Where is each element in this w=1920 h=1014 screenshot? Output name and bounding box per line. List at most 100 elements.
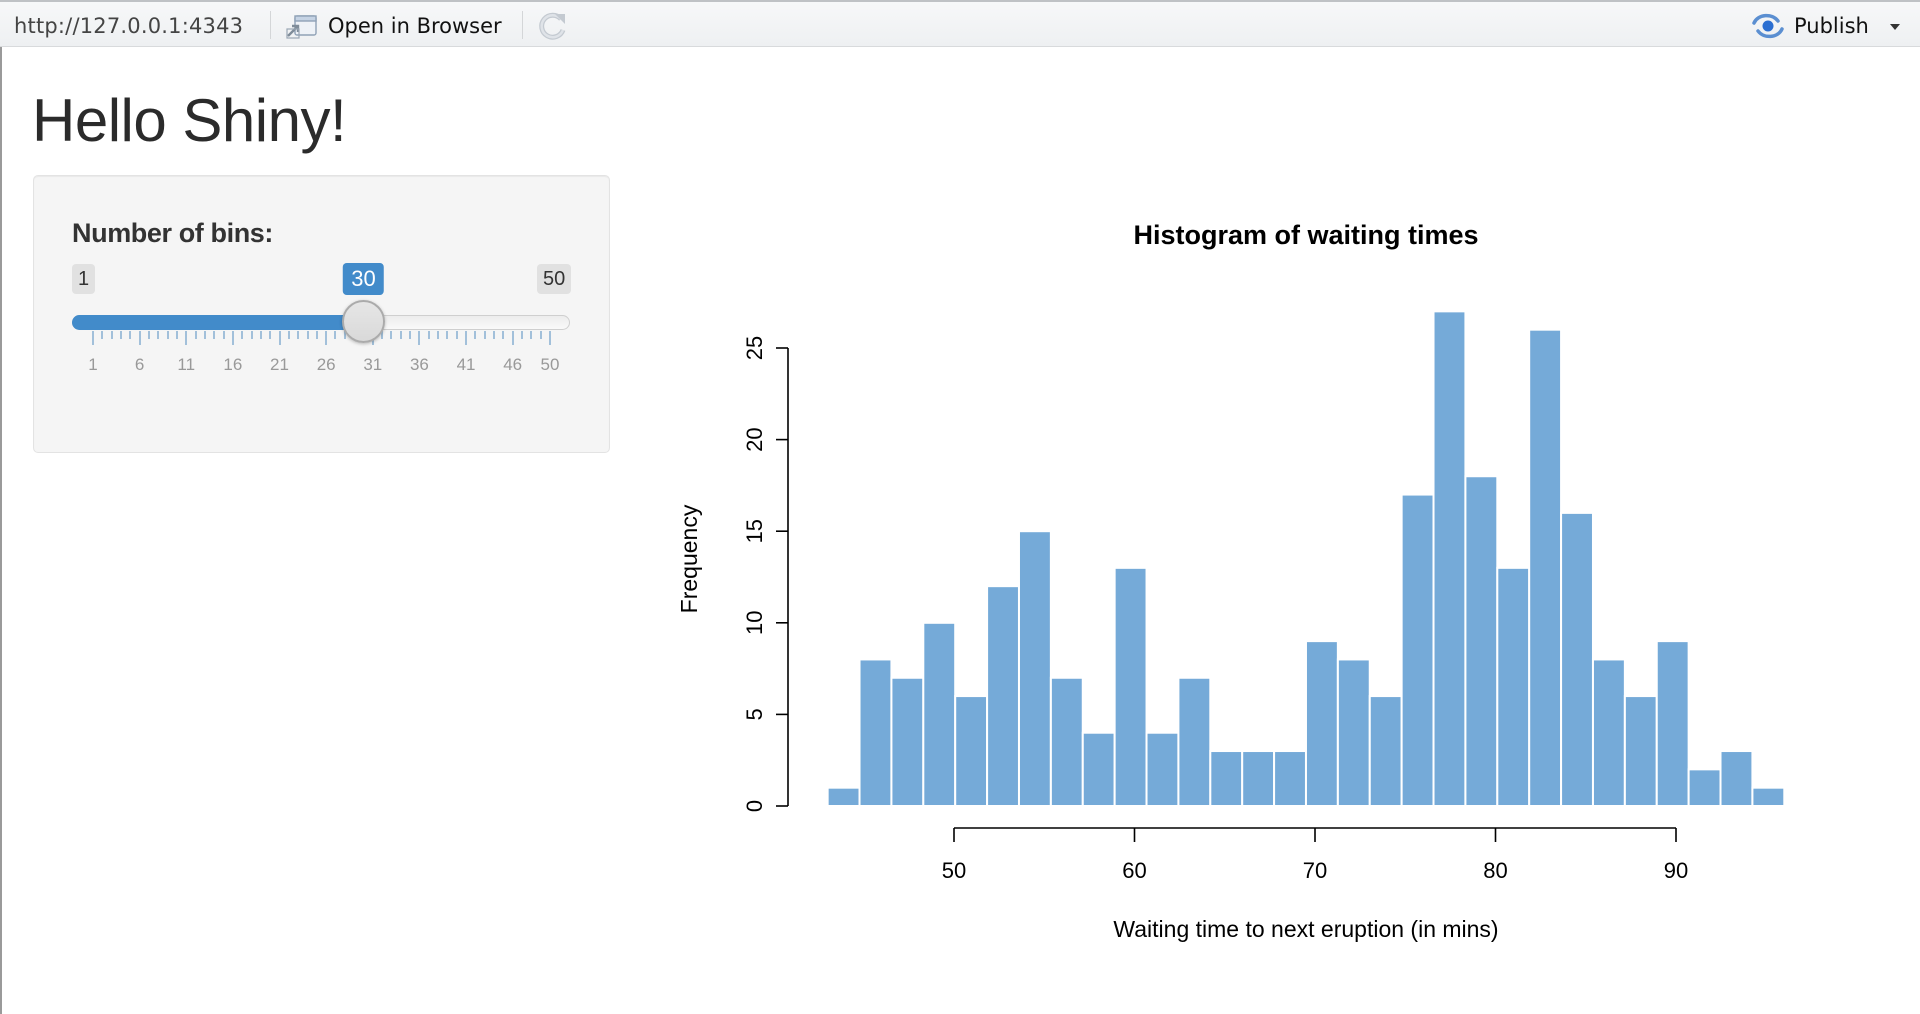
slider-minor-tick	[399, 331, 402, 339]
slider-minor-tick	[101, 331, 104, 339]
slider-tick-label: 16	[223, 355, 243, 374]
slider-minor-tick	[175, 331, 178, 339]
slider-minor-tick	[250, 331, 253, 339]
slider-major-tick	[185, 331, 188, 345]
slider-minor-tick	[287, 331, 290, 339]
slider-tick-label: 11	[177, 355, 196, 374]
slider-tick-label: 1	[88, 355, 98, 374]
sidebar-panel	[33, 175, 610, 453]
slider-minor-tick	[455, 331, 458, 339]
x-tick-label: 70	[1303, 858, 1327, 883]
caret-down-icon[interactable]	[1890, 24, 1900, 30]
slider-minor-tick	[259, 331, 262, 339]
slider-major-tick	[325, 331, 328, 345]
slider-major-tick	[92, 331, 94, 345]
bins-slider-fill[interactable]	[72, 315, 364, 330]
y-tick-label: 15	[742, 519, 767, 543]
histogram-bar	[1496, 566, 1531, 808]
slider-tick-label: 46	[503, 355, 523, 374]
histogram-bar	[1560, 511, 1594, 807]
slider-minor-tick	[530, 331, 533, 339]
slider-minor-tick	[147, 331, 150, 339]
histogram-bar	[1113, 566, 1148, 808]
x-tick-label: 50	[942, 858, 966, 883]
histogram-bar	[858, 658, 893, 807]
slider-minor-tick	[203, 331, 206, 339]
open-in-browser-button[interactable]: Open in Browser	[284, 11, 502, 41]
histogram-bar	[1432, 310, 1467, 807]
x-tick-label: 90	[1664, 858, 1688, 883]
slider-minor-tick	[409, 331, 412, 339]
slider-minor-tick	[521, 331, 524, 339]
histogram-bar	[954, 695, 989, 808]
slider-major-tick	[549, 331, 551, 345]
slider-minor-tick	[502, 331, 505, 339]
histogram-bar	[1751, 786, 1786, 807]
histogram-bar	[890, 676, 925, 808]
y-tick-label: 20	[742, 427, 767, 451]
slider-tick-label: 36	[409, 355, 429, 374]
slider-tick-label: 6	[134, 355, 145, 374]
x-tick-label: 80	[1483, 858, 1507, 883]
open-in-browser-icon	[286, 15, 317, 39]
histogram-bars	[826, 310, 1786, 808]
bins-slider-label: Number of bins:	[72, 218, 273, 248]
slider-minor-tick	[427, 331, 430, 339]
slider-max-label: 50	[537, 264, 572, 294]
page-title: Hello Shiny!	[32, 87, 347, 154]
slider-minor-tick	[119, 331, 122, 339]
histogram-bar	[1209, 750, 1244, 807]
slider-minor-tick	[306, 331, 309, 339]
slider-major-tick	[511, 331, 514, 345]
publish-icon	[1752, 13, 1784, 39]
histogram-bar	[1273, 750, 1307, 807]
histogram-bar	[1464, 475, 1499, 807]
viewer-toolbar: http://127.0.0.1:4343 Open in Browser Pu…	[0, 0, 1920, 47]
histogram-bar	[1177, 676, 1212, 808]
slider-minor-tick	[194, 331, 197, 339]
slider-minor-tick	[474, 331, 477, 339]
refresh-icon[interactable]	[536, 10, 570, 42]
histogram-bar	[1368, 695, 1403, 808]
slider-minor-tick	[297, 331, 300, 339]
slider-major-tick	[465, 331, 468, 345]
histogram-bar	[1623, 695, 1658, 808]
slider-major-tick	[278, 331, 281, 345]
x-tick-label: 60	[1122, 858, 1146, 883]
histogram-bar	[922, 621, 957, 807]
y-tick-label: 10	[742, 611, 767, 635]
slider-minor-tick	[334, 331, 337, 339]
histogram-bar	[1017, 530, 1052, 807]
x-axis-label: Waiting time to next eruption (in mins)	[1113, 916, 1498, 942]
slider-tick-label: 26	[316, 355, 336, 374]
histogram-bar	[1400, 493, 1435, 807]
slider-tick-label: 50	[540, 355, 560, 374]
open-in-browser-label: Open in Browser	[328, 14, 502, 38]
slider-minor-tick	[222, 331, 225, 339]
histogram-bar	[1528, 328, 1563, 807]
histogram-bar	[1049, 676, 1084, 808]
slider-minor-tick	[315, 331, 318, 339]
slider-minor-tick	[241, 331, 244, 339]
slider-minor-tick	[493, 331, 496, 339]
slider-minor-tick	[269, 331, 272, 339]
toolbar-separator	[270, 11, 271, 39]
y-tick-label: 0	[742, 800, 767, 812]
y-axis: 0 5 10 15 20 25	[742, 336, 789, 812]
slider-major-tick	[138, 331, 141, 345]
histogram-bar	[1336, 658, 1371, 807]
histogram-bar	[1719, 750, 1754, 807]
y-tick-label: 5	[742, 708, 767, 720]
histogram-bar	[826, 786, 861, 807]
histogram-bar	[1591, 658, 1626, 807]
histogram-bar	[1145, 731, 1180, 807]
slider-minor-tick	[110, 331, 113, 339]
slider-major-tick	[418, 331, 421, 345]
slider-minor-tick	[483, 331, 486, 339]
publish-label: Publish	[1794, 14, 1869, 38]
slider-minor-tick	[437, 331, 440, 339]
slider-minor-tick	[213, 331, 216, 339]
publish-button[interactable]: Publish	[1750, 11, 1869, 41]
slider-tick-label: 21	[270, 355, 289, 374]
x-axis: 50 60 70 80 90	[942, 827, 1688, 883]
